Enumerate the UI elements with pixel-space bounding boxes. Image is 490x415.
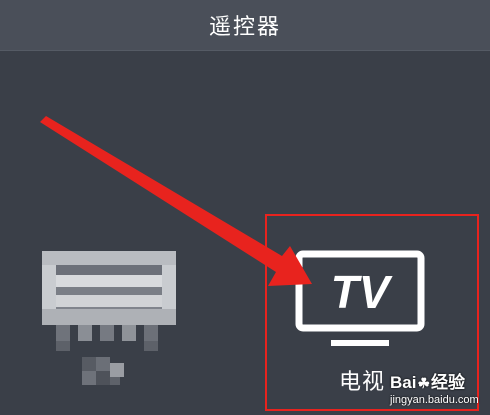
header-bar: 遥控器 [0,0,490,51]
watermark-brand: Bai☘经验 [390,368,465,393]
paw-icon: ☘ [417,375,431,391]
device-label-tv: 电视 [339,370,386,395]
air-conditioner-icon [42,251,176,385]
watermark-brand-right: 经验 [431,373,466,392]
watermark-brand-left: Bai [390,373,417,392]
remote-control-screen: 遥控器 TV 电视 Bai☘经验 jingyan.baidu.com [0,0,490,415]
page-title: 遥控器 [208,15,281,40]
tv-icon-text: TV [331,266,393,318]
watermark: Bai☘经验 jingyan.baidu.com [390,368,490,415]
device-air-conditioner[interactable] [38,245,180,395]
watermark-domain: jingyan.baidu.com [390,394,479,406]
tv-icon: TV [295,250,425,350]
